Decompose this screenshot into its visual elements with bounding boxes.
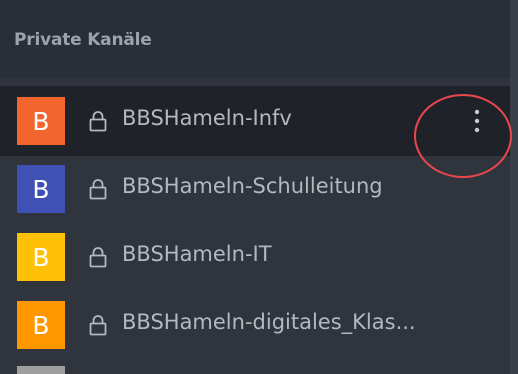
- lock-icon: [89, 247, 107, 268]
- lock-icon: [89, 179, 107, 200]
- avatar-initial: B: [32, 174, 50, 204]
- avatar-initial: B: [32, 310, 50, 340]
- section-title: Private Kanäle: [14, 30, 152, 50]
- channel-sidebar: Private Kanäle B BBSHameln-Infv B BBSHam…: [0, 0, 518, 374]
- channel-item-bbshameln-infv[interactable]: B BBSHameln-Infv: [0, 86, 510, 156]
- channel-avatar: B: [17, 233, 65, 281]
- lock-icon: [89, 111, 107, 132]
- lock-icon: [89, 315, 107, 336]
- channel-item-bbshameln-digitales-klas[interactable]: B BBSHameln-digitales_Klas...: [0, 290, 510, 360]
- scrollbar-track[interactable]: [510, 0, 518, 374]
- kebab-menu-icon[interactable]: [463, 103, 491, 139]
- avatar-initial: B: [32, 242, 50, 272]
- channel-avatar: B: [17, 301, 65, 349]
- channel-name: BBSHameln-Infv: [122, 106, 292, 130]
- partial-channel-avatar: [17, 366, 65, 374]
- section-header: Private Kanäle: [0, 0, 518, 78]
- channel-name: BBSHameln-IT: [122, 242, 272, 266]
- channel-avatar: B: [17, 165, 65, 213]
- channel-avatar: B: [17, 97, 65, 145]
- avatar-initial: B: [32, 106, 50, 136]
- channel-name: BBSHameln-digitales_Klas...: [122, 310, 416, 334]
- channel-name: BBSHameln-Schulleitung: [122, 174, 383, 198]
- channel-item-bbshameln-schulleitung[interactable]: B BBSHameln-Schulleitung: [0, 154, 510, 224]
- channel-item-bbshameln-it[interactable]: B BBSHameln-IT: [0, 222, 510, 292]
